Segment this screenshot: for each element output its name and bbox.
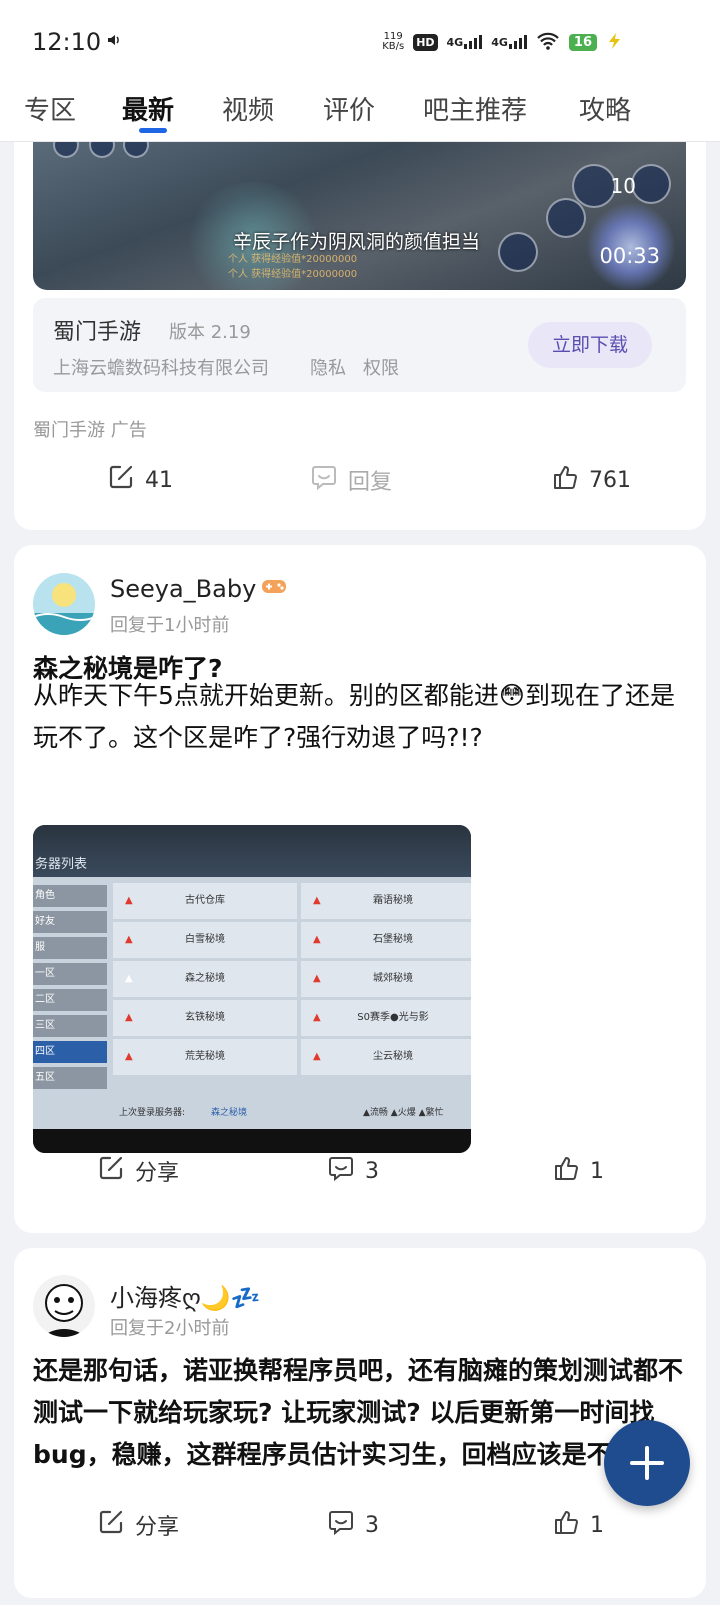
like-button[interactable]: 1 (552, 1151, 604, 1191)
server-cell: ▲ 尘云秘境 (301, 1039, 471, 1075)
net-speed: 119 KB/s (382, 31, 405, 52)
game-skill-icon (572, 164, 616, 208)
signal-icon: 4G (447, 35, 483, 49)
tab-zone[interactable]: 专区 (24, 90, 76, 127)
video-sub-text: 个人 获得经验值*20000000 个人 获得经验值*20000000 (228, 254, 358, 280)
like-button[interactable]: 1 (552, 1505, 604, 1545)
server-cell: ▲ 霜语秘境 (301, 883, 471, 919)
active-tab-indicator (139, 128, 167, 133)
new-post-button[interactable] (604, 1420, 690, 1506)
sound-icon (106, 32, 122, 52)
screenshot-header: 务器列表 (35, 857, 88, 872)
server-tab: 五区 (33, 1067, 107, 1089)
server-tab: 三区 (33, 1015, 107, 1037)
post-time: 回复于1小时前 (110, 615, 230, 636)
comment-button[interactable]: 3 (327, 1505, 379, 1545)
post-body: 还是那句话，诺亚换帮程序员吧，还有脑瘫的策划测试都不测试一下就给玩家玩? 让玩家… (33, 1356, 684, 1469)
post-card[interactable]: Seeya_Baby 回复于1小时前 森之秘境是咋了? 从昨天下午5点就开始更新… (14, 545, 706, 1233)
app-name: 蜀门手游 (53, 320, 142, 345)
status-bar: 12:10 119 KB/s HD 4G 4G 16 (0, 0, 720, 84)
server-cell: ▲ S0赛季●光与影 (301, 1000, 471, 1036)
gamepad-icon (260, 575, 288, 603)
tab-latest[interactable]: 最新 (122, 90, 174, 127)
share-button[interactable]: 分享 (97, 1151, 179, 1191)
server-tab: 一区 (33, 963, 107, 985)
server-cell: ▲ 城郊秘境 (301, 961, 471, 997)
thumbs-up-icon (552, 1154, 580, 1188)
tab-video[interactable]: 视频 (222, 90, 274, 127)
share-icon (97, 1154, 125, 1188)
hd-icon: HD (413, 33, 438, 51)
server-tab: 角色 (33, 885, 107, 907)
reply-button[interactable]: 回复 (310, 460, 392, 500)
screenshot-footer: 上次登录服务器: 森之秘境 ▲流畅 ▲火爆 ▲繁忙 (33, 1095, 471, 1129)
thumbs-up-icon (551, 463, 579, 497)
avatar[interactable] (33, 573, 95, 635)
video-caption: 辛辰子作为阴风洞的颜值担当 (233, 231, 481, 253)
comment-icon (327, 1154, 355, 1188)
video-duration: 00:33 (599, 244, 660, 268)
battery-icon: 16 (568, 33, 597, 51)
game-skill-icon (498, 232, 538, 272)
post-body: 从昨天下午5点就开始更新。别的区都能进😳到现在了还是玩不了。这个区是咋了?强行劝… (33, 681, 675, 752)
wifi-icon (536, 32, 560, 53)
thumbs-up-icon (552, 1508, 580, 1542)
like-button[interactable]: 761 (551, 460, 631, 500)
share-button[interactable]: 41 (107, 460, 173, 500)
game-skill-icon (631, 164, 671, 204)
tab-guides[interactable]: 攻略 (579, 90, 631, 127)
server-tab: 好友 (33, 911, 107, 933)
username[interactable]: 小海疼ღ🌙💤 (110, 1278, 261, 1313)
share-button[interactable]: 分享 (97, 1505, 179, 1545)
server-tab: 二区 (33, 989, 107, 1011)
server-cell: ▲ 白雪秘境 (113, 922, 297, 958)
comment-icon (327, 1508, 355, 1542)
game-skill-icon (546, 198, 586, 238)
post-action-bar: 分享 3 1 (14, 1505, 706, 1545)
post-time: 回复于2小时前 (110, 1318, 230, 1339)
video-level: 10 (610, 174, 636, 198)
permissions-link[interactable]: 权限 (363, 354, 399, 380)
signal-icon-2: 4G (491, 35, 527, 49)
ad-source-label: 蜀门手游 广告 (33, 420, 147, 441)
comment-button[interactable]: 3 (327, 1151, 379, 1191)
comment-icon (310, 463, 338, 497)
tab-moderator-picks[interactable]: 吧主推荐 (423, 90, 527, 127)
app-company: 上海云蟾数码科技有限公司 (53, 358, 269, 379)
server-cell: ▲ 森之秘境 (113, 961, 297, 997)
share-icon (97, 1508, 125, 1542)
game-skill-icon (53, 142, 79, 158)
download-button[interactable]: 立即下载 (528, 322, 652, 368)
share-icon (107, 463, 135, 497)
post-image[interactable]: 务器列表 角色 好友 服 一区 二区 三区 四区 五区 ▲ 古代仓库 ▲ 白雪秘境 … (33, 825, 471, 1153)
ad-video[interactable]: 10 辛辰子作为阴风洞的颜值担当 个人 获得经验值*20000000 个人 获得经… (33, 142, 686, 290)
ad-action-bar: 41 回复 761 (14, 460, 706, 500)
username[interactable]: Seeya_Baby (110, 575, 288, 603)
charging-icon (606, 32, 624, 53)
post-card[interactable]: 小海疼ღ🌙💤 回复于2小时前 还是那句话，诺亚换帮程序员吧，还有脑瘫的策划测试都… (14, 1248, 706, 1598)
avatar[interactable] (33, 1275, 95, 1337)
server-tab: 四区 (33, 1041, 107, 1063)
game-skill-icon (123, 142, 149, 158)
post-action-bar: 分享 3 1 (14, 1151, 706, 1191)
game-skill-icon (89, 142, 115, 158)
tab-bar: 专区 最新 视频 评价 吧主推荐 攻略 (0, 84, 720, 142)
server-cell: ▲ 荒芜秘境 (113, 1039, 297, 1075)
server-tab: 服 (33, 937, 107, 959)
status-time: 12:10 (32, 28, 102, 56)
server-cell: ▲ 古代仓库 (113, 883, 297, 919)
app-version: 版本 2.19 (169, 322, 251, 343)
server-cell: ▲ 石堡秘境 (301, 922, 471, 958)
app-info-box[interactable]: 蜀门手游 版本 2.19 上海云蟾数码科技有限公司 隐私 权限 立即下载 (33, 298, 686, 392)
server-cell: ▲ 玄铁秘境 (113, 1000, 297, 1036)
server-list-panel: 角色 好友 服 一区 二区 三区 四区 五区 ▲ 古代仓库 ▲ 白雪秘境 ▲ 森之秘境… (33, 877, 471, 1129)
privacy-link[interactable]: 隐私 (310, 354, 346, 380)
tab-review[interactable]: 评价 (323, 90, 375, 127)
ad-card[interactable]: 10 辛辰子作为阴风洞的颜值担当 个人 获得经验值*20000000 个人 获得经… (14, 100, 706, 530)
